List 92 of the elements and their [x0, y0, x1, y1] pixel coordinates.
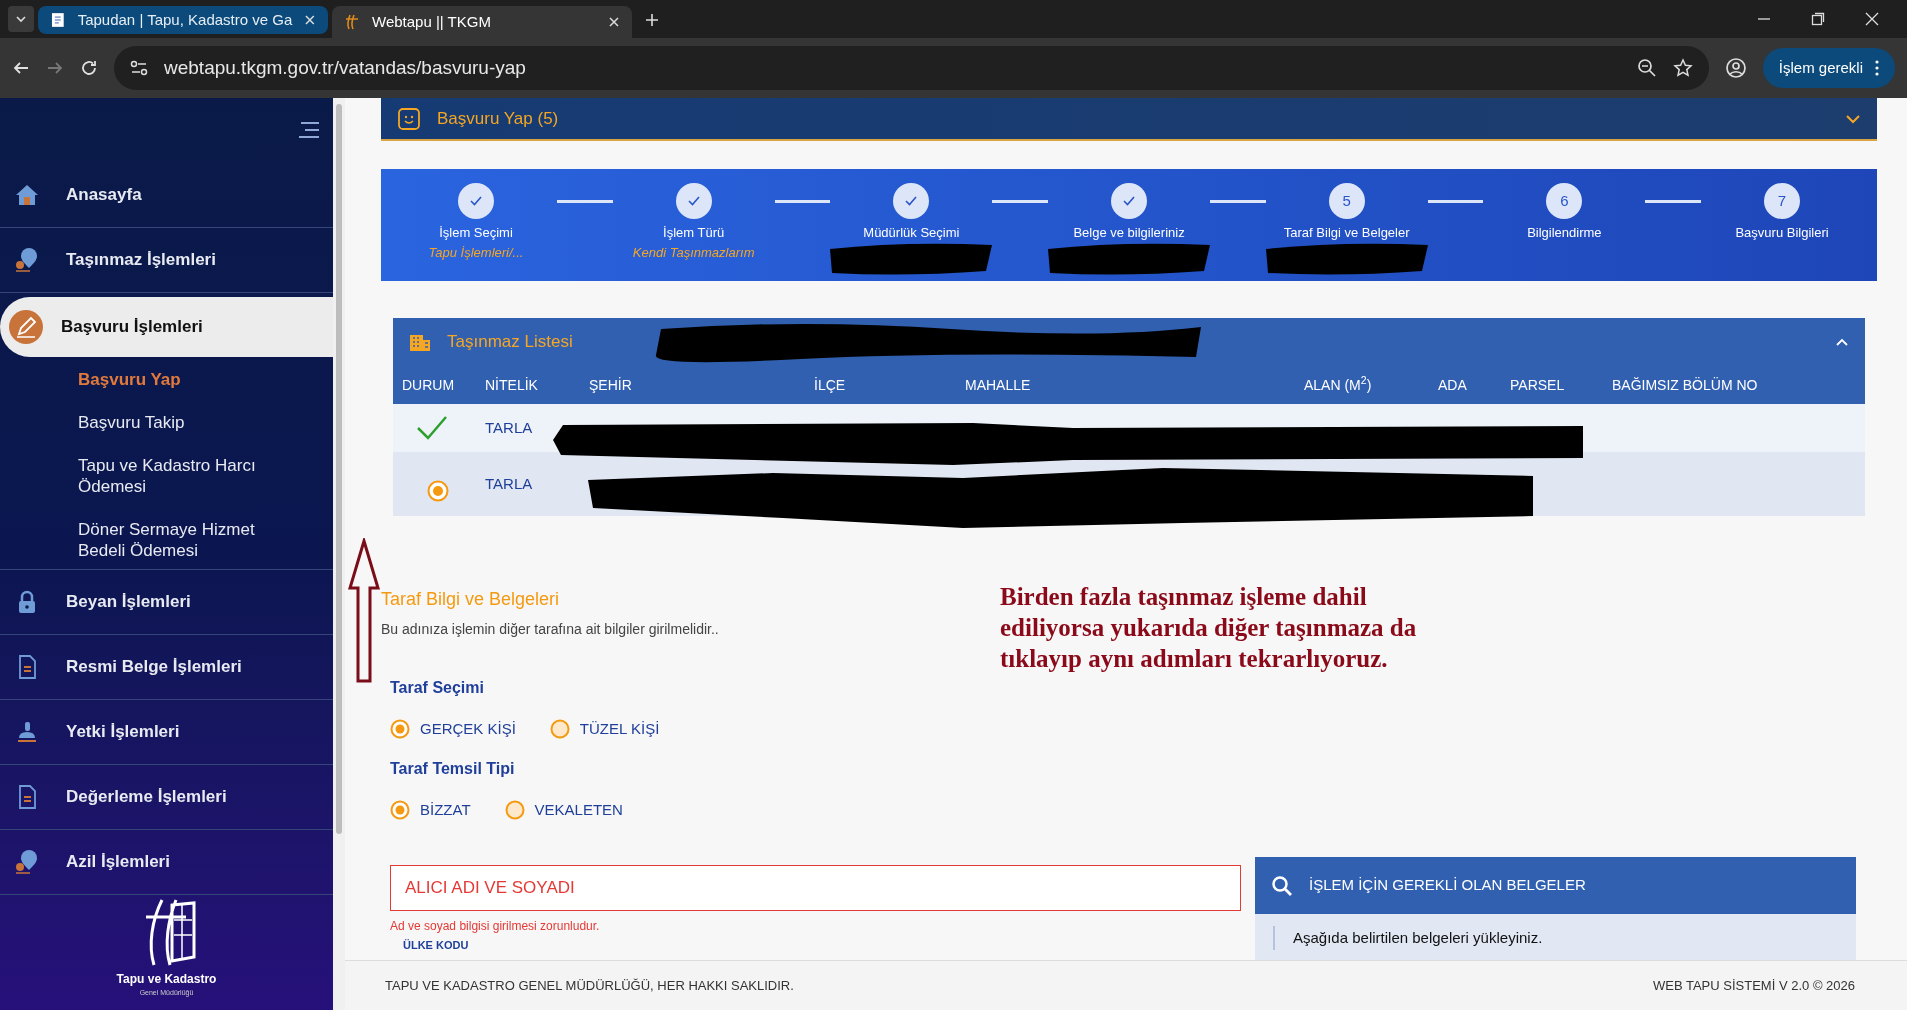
column-header: BAĞIMSIZ BÖLÜM NO: [1612, 375, 1759, 395]
column-header: ŞEHİR: [589, 375, 633, 395]
address-bar[interactable]: webtapu.tkgm.gov.tr/vatandas/basvuru-yap: [114, 46, 1709, 90]
more-icon[interactable]: [1875, 60, 1879, 76]
column-header: PARSEL: [1510, 375, 1566, 395]
sidebar-item[interactable]: Değerleme İşlemleri: [0, 764, 333, 829]
step-label: İşlem Türü: [663, 224, 725, 242]
sidebar-item[interactable]: Taşınmaz İşlemleri: [0, 227, 333, 292]
group-label: Taraf Seçimi: [390, 678, 484, 698]
check-icon: [470, 196, 482, 206]
logo-icon: [344, 14, 360, 30]
column-header: İLÇE: [814, 375, 847, 395]
sidebar-item[interactable]: Beyan İşlemleri: [0, 569, 333, 634]
table-title: Taşınmaz Listesi: [447, 331, 573, 354]
action-required-button[interactable]: İşlem gerekli: [1762, 48, 1895, 88]
step-subtitle: Tapu İşlemleri/...: [428, 243, 524, 262]
radio-option[interactable]: GERÇEK KİŞİ: [390, 718, 516, 741]
search-icon: [1271, 874, 1293, 897]
column-header: MAHALLE: [965, 375, 1032, 395]
reload-icon[interactable]: [80, 59, 98, 77]
step-label: Müdürlük Seçimi: [863, 224, 960, 242]
close-icon[interactable]: [304, 14, 316, 26]
group-label: Taraf Temsil Tipi: [390, 758, 515, 779]
chevron-down-icon[interactable]: [1845, 113, 1861, 124]
section-title: Başvuru Yap (5): [437, 107, 560, 130]
close-icon[interactable]: [1865, 12, 1879, 26]
tab-title: Tapudan | Tapu, Kadastro ve Ga: [77, 9, 293, 30]
documents-text: Aşağıda belirtilen belgeleri yükleyiniz.: [1293, 929, 1543, 946]
scrollbar-thumb[interactable]: [336, 104, 342, 834]
section-header[interactable]: Başvuru Yap (5): [381, 98, 1877, 141]
annotation-text: Birden fazla taşınmaz işleme dahil ediliyorsa yukarıda diğer taşınmaza da tıklayıp aynı adımları tekrarlıyoruz.: [1000, 582, 1418, 674]
sidebar-subitem[interactable]: Başvuru Yap: [78, 368, 333, 390]
map-pin-icon: [14, 849, 40, 874]
step-label: Belge ve bilgileriniz: [1073, 224, 1185, 242]
home-icon: [14, 182, 40, 207]
sidebar-item[interactable]: Azil İşlemleri: [0, 829, 333, 894]
field-label: ÜLKE KODU: [403, 938, 470, 953]
column-header: ADA: [1438, 375, 1468, 395]
column-header: NİTELİK: [485, 375, 539, 395]
step-label: Bilgilendirme: [1527, 224, 1602, 242]
zoom-icon[interactable]: [1636, 58, 1657, 78]
section-heading: Taraf Bilgi ve Belgeleri: [381, 588, 560, 611]
sidebar-item[interactable]: Resmi Belge İşlemleri: [0, 634, 333, 699]
footer-copyright: TAPU VE KADASTRO GENEL MÜDÜRLÜĞÜ, HER HAKKI SAKLIDIR.: [385, 976, 794, 995]
sidebar-subitem[interactable]: Başvuru Takip: [78, 411, 333, 433]
tab-title: Webtapu || TKGM: [372, 11, 492, 32]
sidebar-subitem[interactable]: Döner Sermaye Hizmet Bedeli Ödemesi: [78, 518, 333, 561]
site-info-icon[interactable]: [130, 60, 148, 76]
close-icon[interactable]: [608, 16, 620, 28]
check-icon: [1123, 196, 1135, 206]
tab-list-button[interactable]: [8, 6, 34, 32]
map-pin-icon: [14, 247, 40, 272]
documents-panel-header[interactable]: İŞLEM İÇİN GEREKLİ OLAN BELGELER: [1255, 857, 1856, 914]
new-tab-icon[interactable]: [644, 12, 660, 28]
sidebar-item[interactable]: Başvuru İşlemleri: [0, 296, 333, 357]
section-description: Bu adınıza işlemin diğer tarafına ait bilgiler girilmelidir..: [381, 620, 719, 639]
smiley-icon: [397, 106, 421, 131]
radio-option[interactable]: VEKALETEN: [504, 798, 623, 821]
radio-option[interactable]: BİZZAT: [390, 798, 471, 821]
document-icon: [50, 12, 66, 28]
step-subtitle: Kendi Taşınmazlarım: [632, 243, 755, 262]
profile-icon[interactable]: [1724, 57, 1747, 79]
column-header: ALAN (M$^{2}$): [1304, 374, 1373, 395]
check-icon: [687, 196, 700, 206]
star-icon[interactable]: [1672, 58, 1693, 78]
step-label: Başvuru Bilgileri: [1735, 224, 1829, 242]
chevron-up-icon[interactable]: [1835, 337, 1849, 347]
table-cell-text: TARLA: [485, 417, 534, 438]
logo-title: Tapu ve Kadastro: [116, 970, 217, 988]
table-cell-text: TARLA: [485, 473, 534, 494]
step-label: Taraf Bilgi ve Belgeler: [1283, 224, 1410, 242]
url-text: webtapu.tkgm.gov.tr/vatandas/basvuru-yap: [164, 55, 527, 80]
pen-icon: [9, 309, 43, 344]
step-label: İşlem Seçimi: [439, 224, 513, 242]
error-message: Ad ve soyad bilgisi girilmesi zorunludur.: [390, 918, 601, 935]
radio-option[interactable]: TÜZEL KİŞİ: [549, 718, 660, 741]
check-icon: [905, 196, 918, 206]
documents-title: İŞLEM İÇİN GEREKLİ OLAN BELGELER: [1309, 875, 1586, 896]
chevron-down-icon: [15, 13, 27, 25]
browser-tab[interactable]: Tapudan | Tapu, Kadastro ve Ga: [38, 6, 328, 34]
check-icon: [416, 415, 448, 441]
name-input-field[interactable]: ALICI ADI VE SOYADI: [390, 865, 1241, 911]
sidebar-item[interactable]: Yetki İşlemleri: [0, 699, 333, 764]
restore-icon[interactable]: [1811, 12, 1825, 26]
menu-icon[interactable]: [297, 121, 321, 140]
sidebar-subitem[interactable]: Tapu ve Kadastro Harcı Ödemesi: [78, 454, 333, 497]
sidebar-item[interactable]: Anasayfa: [0, 162, 333, 227]
radio-icon: [427, 480, 449, 502]
footer-version: WEB TAPU SİSTEMİ V 2.0 © 2026: [1653, 976, 1855, 995]
browser-tab[interactable]: Webtapu || TKGM: [332, 6, 632, 38]
column-header: DURUM: [402, 375, 456, 395]
building-icon: [409, 332, 431, 352]
